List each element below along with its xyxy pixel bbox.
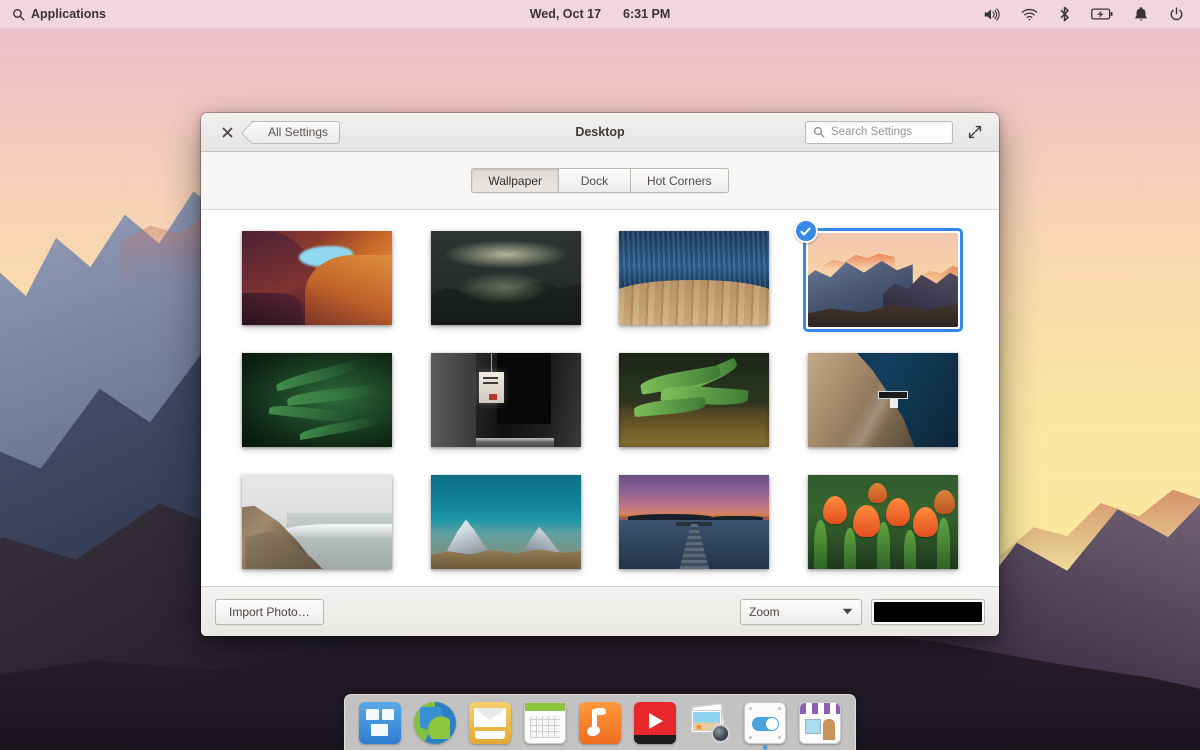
- running-indicator-dot: [762, 745, 768, 750]
- dock-item-music[interactable]: [577, 700, 623, 746]
- desktop[interactable]: Applications Wed, Oct 17 6:31 PM All Set…: [0, 0, 1200, 750]
- search-settings-field[interactable]: [805, 120, 953, 144]
- all-settings-back-button[interactable]: All Settings: [251, 120, 341, 144]
- wallpaper-thumbnail: [807, 353, 958, 447]
- wallpaper-item-sunset-mountains[interactable]: [793, 219, 963, 332]
- tab-hot-corners-label: Hot Corners: [646, 173, 712, 188]
- dock-item-mail[interactable]: [467, 700, 513, 746]
- wallpaper-item-misty-forest[interactable]: [428, 228, 584, 328]
- titlebar-right-group: [805, 120, 989, 144]
- import-photo-label: Import Photo…: [229, 604, 310, 619]
- wallpaper-thumbnail: [242, 475, 393, 569]
- panel-indicators: [983, 6, 1200, 22]
- window-titlebar[interactable]: All Settings Desktop: [201, 113, 999, 152]
- wallpaper-item-japanese-lantern[interactable]: [428, 350, 584, 450]
- search-icon: [813, 126, 825, 138]
- tabstrip-area: Wallpaper Dock Hot Corners: [201, 152, 999, 210]
- wallpaper-thumbnail: [430, 353, 581, 447]
- dock-item-app-center[interactable]: [797, 700, 843, 746]
- system-settings-icon: [744, 702, 786, 744]
- wallpaper-thumbnail: [619, 475, 770, 569]
- applications-menu[interactable]: Applications: [0, 0, 116, 28]
- wallpaper-item-slot-canyon[interactable]: [239, 228, 395, 328]
- bell-icon[interactable]: [1134, 6, 1148, 22]
- photos-icon: [689, 702, 731, 744]
- tab-wallpaper[interactable]: Wallpaper: [472, 169, 559, 192]
- background-color-swatch[interactable]: [871, 598, 985, 625]
- search-input[interactable]: [831, 126, 943, 138]
- all-settings-label: All Settings: [268, 125, 329, 139]
- wallpaper-item-orange-tulips[interactable]: [805, 472, 961, 572]
- panel-date: Wed, Oct 17: [529, 7, 602, 21]
- dock-item-web-browser[interactable]: [412, 700, 458, 746]
- videos-icon: [634, 702, 676, 744]
- volume-icon[interactable]: [983, 7, 1000, 22]
- dock: [344, 694, 856, 750]
- chevron-down-icon: [842, 608, 853, 615]
- wallpaper-item-conifer-branch[interactable]: [616, 350, 772, 450]
- search-icon: [12, 8, 25, 21]
- wallpaper-thumbnail: [242, 353, 393, 447]
- top-panel: Applications Wed, Oct 17 6:31 PM: [0, 0, 1200, 28]
- mail-icon: [469, 702, 511, 744]
- window-action-bar: Import Photo… Zoom: [201, 586, 999, 636]
- power-icon[interactable]: [1169, 6, 1184, 22]
- app-center-icon: [799, 702, 841, 744]
- zoom-mode-value: Zoom: [749, 604, 780, 619]
- dock-item-calendar[interactable]: [522, 700, 568, 746]
- dock-item-system-settings[interactable]: [742, 700, 788, 750]
- tab-hot-corners[interactable]: Hot Corners: [630, 169, 728, 192]
- calendar-icon: [524, 702, 566, 744]
- wifi-icon[interactable]: [1021, 8, 1038, 21]
- dock-item-files[interactable]: [357, 700, 403, 746]
- tab-dock-label: Dock: [580, 173, 609, 188]
- panel-time: 6:31 PM: [623, 7, 671, 21]
- wallpaper-item-wooden-dock-water[interactable]: [616, 228, 772, 328]
- zoom-mode-select[interactable]: Zoom: [740, 598, 862, 625]
- battery-charging-icon[interactable]: [1091, 8, 1113, 20]
- wallpaper-item-snow-mountains-teal-sky[interactable]: [428, 472, 584, 572]
- wallpaper-thumbnail: [807, 233, 958, 327]
- tab-wallpaper-label: Wallpaper: [488, 173, 542, 188]
- maximize-icon[interactable]: [965, 122, 985, 142]
- wallpaper-thumbnail: [619, 231, 770, 325]
- wallpaper-thumbnail: [430, 475, 581, 569]
- wallpaper-item-pier-at-twilight[interactable]: [616, 472, 772, 572]
- dock-item-videos[interactable]: [632, 700, 678, 746]
- action-bar-right-group: Zoom: [740, 598, 985, 625]
- bluetooth-icon[interactable]: [1059, 6, 1070, 22]
- wallpaper-thumbnail: [430, 231, 581, 325]
- import-photo-button[interactable]: Import Photo…: [215, 598, 324, 625]
- files-icon: [359, 702, 401, 744]
- wallpaper-thumbnail: [242, 231, 393, 325]
- close-icon[interactable]: [217, 122, 237, 142]
- wallpaper-thumbnail: [619, 353, 770, 447]
- check-icon: [793, 219, 818, 243]
- wallpaper-thumbnail: [807, 475, 958, 569]
- system-settings-window[interactable]: All Settings Desktop Search Settings Wal…: [201, 113, 999, 636]
- dock-item-photos[interactable]: [687, 700, 733, 746]
- wallpaper-item-dark-ferns[interactable]: [239, 350, 395, 450]
- applications-label: Applications: [31, 7, 107, 21]
- wallpaper-grid[interactable]: [201, 210, 999, 586]
- settings-tabstrip: Wallpaper Dock Hot Corners: [471, 168, 729, 193]
- web-browser-icon: [414, 702, 456, 744]
- tab-dock[interactable]: Dock: [558, 169, 631, 192]
- music-icon: [579, 702, 621, 744]
- wallpaper-item-aerial-coastline[interactable]: [805, 350, 961, 450]
- wallpaper-item-foggy-coast-cliff[interactable]: [239, 472, 395, 572]
- swatch-fill: [874, 601, 982, 622]
